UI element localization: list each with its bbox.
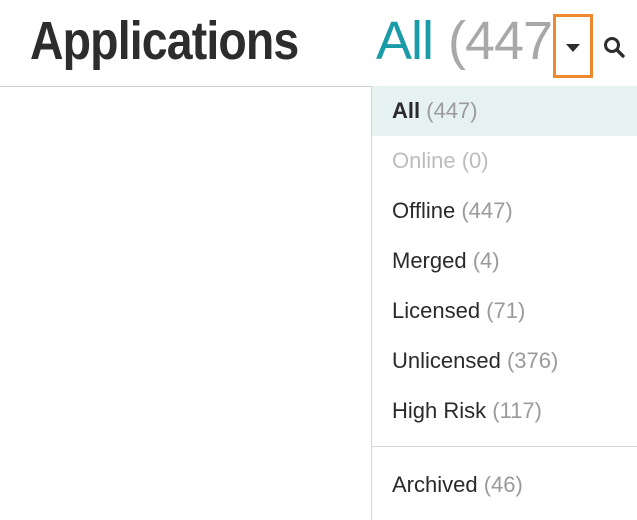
menu-item-archived[interactable]: Archived (46) [372, 460, 637, 510]
menu-item-label: Merged [392, 248, 467, 273]
menu-item-label: High Risk [392, 398, 487, 423]
page-header: Applications All (447) [0, 0, 637, 87]
menu-item-offline[interactable]: Offline (447) [372, 186, 637, 236]
current-filter-count: (447) [448, 11, 570, 71]
menu-item-licensed[interactable]: Licensed (71) [372, 286, 637, 336]
current-filter-label: All [376, 11, 434, 71]
menu-item-label: Archived [392, 472, 478, 497]
menu-item-count: (447) [461, 198, 513, 223]
menu-item-label: Licensed [392, 298, 481, 323]
menu-item-high-risk[interactable]: High Risk (117) [372, 386, 637, 436]
menu-item-merged[interactable]: Merged (4) [372, 236, 637, 286]
menu-item-all[interactable]: All (447) [372, 86, 637, 136]
filter-dropdown-button[interactable] [553, 14, 593, 78]
menu-item-label: All [392, 98, 421, 123]
menu-divider [372, 446, 637, 447]
menu-item-label: Online [392, 148, 456, 173]
menu-item-count: (4) [472, 248, 500, 273]
menu-item-unlicensed[interactable]: Unlicensed (376) [372, 336, 637, 386]
page-title: Applications All (447) [30, 9, 570, 73]
menu-item-count: (117) [492, 398, 542, 423]
menu-item-count: (447) [426, 98, 478, 123]
menu-item-count: (376) [506, 348, 559, 373]
search-icon[interactable] [602, 35, 626, 59]
menu-item-label: Unlicensed [392, 348, 501, 373]
menu-item-label: Offline [392, 198, 456, 223]
menu-item-online[interactable]: Online (0) [372, 136, 637, 186]
title-text: Applications [30, 11, 299, 71]
menu-item-count: (71) [486, 298, 526, 323]
caret-down-icon [566, 44, 580, 52]
menu-item-count: (0) [461, 148, 489, 173]
menu-item-count: (46) [483, 472, 523, 497]
filter-dropdown-menu: All (447) Online (0) Offline (447) Merge… [371, 86, 637, 520]
